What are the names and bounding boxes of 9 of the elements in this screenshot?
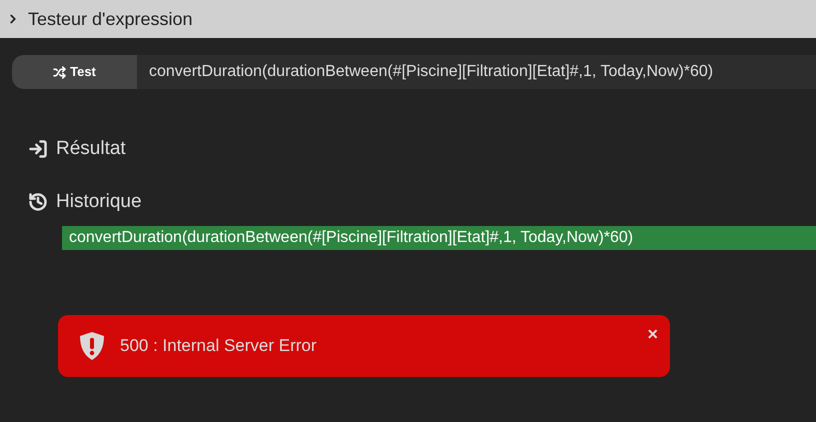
panel-title: Testeur d'expression	[28, 8, 193, 31]
result-heading: Résultat	[56, 137, 126, 161]
panel-header[interactable]: Testeur d'expression	[0, 0, 816, 38]
history-heading: Historique	[56, 190, 142, 214]
error-message: 500 : Internal Server Error	[120, 335, 317, 358]
expression-field[interactable]: convertDuration(durationBetween(#[Piscine][Filtration][Etat]#,1, Today,Now)*60)	[137, 55, 816, 89]
history-item[interactable]: convertDuration(durationBetween(#[Piscine][Filtration][Etat]#,1, Today,Now)*60)	[62, 226, 816, 250]
test-button[interactable]: Test	[12, 55, 137, 89]
close-button[interactable]: ×	[647, 325, 658, 343]
